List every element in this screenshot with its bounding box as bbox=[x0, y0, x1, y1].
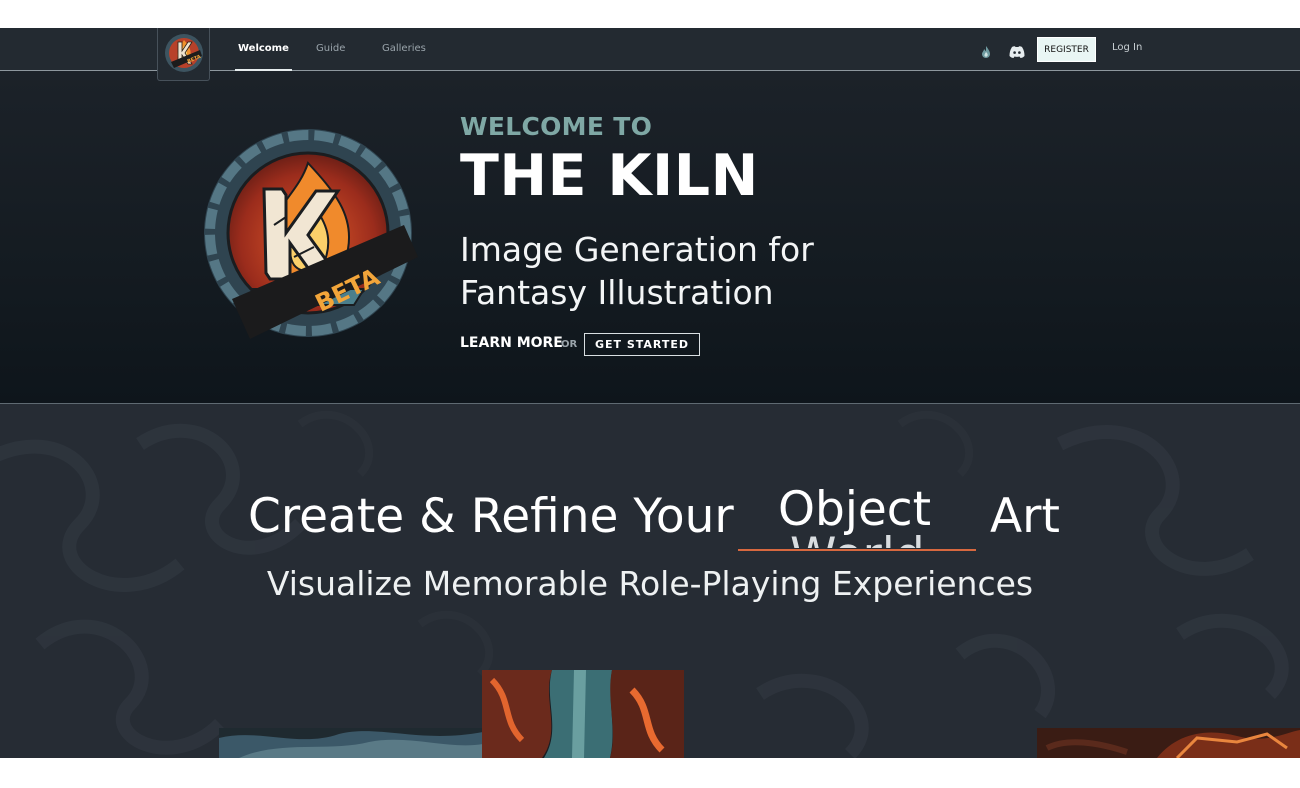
gallery-thumbnail-cave[interactable] bbox=[219, 728, 483, 758]
page-title: THE KILN bbox=[460, 143, 759, 209]
discord-icon[interactable] bbox=[1009, 43, 1025, 62]
login-link[interactable]: Log In bbox=[1112, 42, 1142, 53]
rotating-word: Object bbox=[778, 482, 932, 537]
section-tagline: Visualize Memorable Role-Playing Experie… bbox=[266, 564, 1034, 603]
flame-icon[interactable] bbox=[981, 43, 991, 62]
section-heading-suffix: Art bbox=[990, 489, 1060, 544]
nav-link-galleries[interactable]: Galleries bbox=[382, 43, 426, 71]
kiln-beta-badge-icon: BETA bbox=[204, 129, 418, 339]
get-started-button[interactable]: GET STARTED bbox=[584, 333, 700, 356]
gallery-thumbnail-forge[interactable] bbox=[1037, 728, 1300, 758]
hero-subtitle: Image Generation for Fantasy Illustratio… bbox=[460, 230, 814, 312]
learn-more-link[interactable]: LEARN MORE bbox=[460, 335, 563, 351]
register-button[interactable]: REGISTER bbox=[1037, 37, 1096, 62]
section-heading-prefix: Create & Refine Your bbox=[248, 489, 734, 544]
hero-banner: BETA WELCOME TO THE KILN Image Generatio… bbox=[0, 71, 1300, 404]
nav-link-guide[interactable]: Guide bbox=[316, 43, 345, 71]
home-logo-link[interactable]: BETA bbox=[157, 28, 210, 81]
feature-section: Create & Refine Your Object World Art Vi… bbox=[0, 404, 1300, 758]
or-separator: OR bbox=[561, 339, 578, 350]
top-nav: BETA Welcome Guide Galleries REGISTER Lo… bbox=[0, 28, 1300, 81]
rotating-word-underline bbox=[738, 549, 976, 551]
hero-kicker: WELCOME TO bbox=[460, 112, 653, 141]
gallery-thumbnail-waterfall[interactable] bbox=[482, 670, 684, 758]
rotating-word-next: World bbox=[790, 534, 925, 548]
page: BETA Welcome Guide Galleries REGISTER Lo… bbox=[0, 28, 1300, 758]
kiln-beta-logo-icon: BETA bbox=[165, 34, 203, 72]
nav-link-welcome[interactable]: Welcome bbox=[235, 43, 292, 71]
rotating-word-next-clip: World bbox=[778, 534, 978, 548]
